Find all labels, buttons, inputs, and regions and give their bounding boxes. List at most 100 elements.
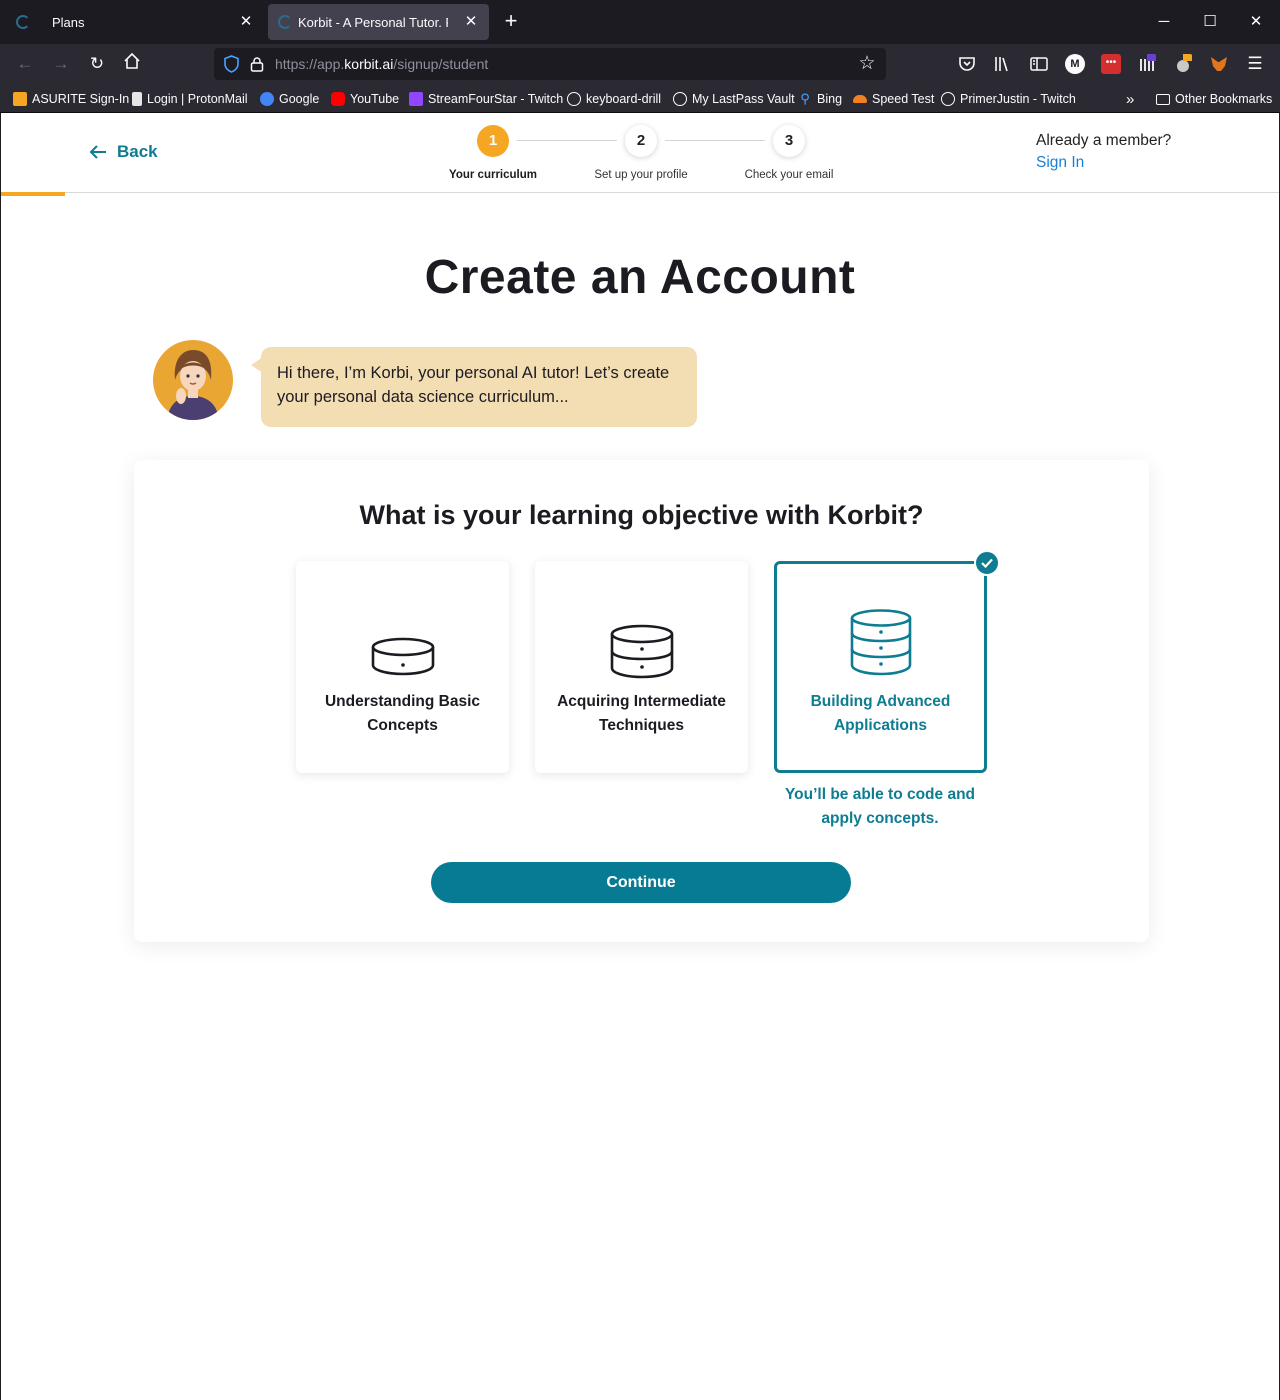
option-advanced-applications[interactable]: Building Advanced Applications <box>774 550 1000 773</box>
step-number: 2 <box>625 125 657 157</box>
option-intermediate-techniques[interactable]: Acquiring Intermediate Techniques <box>535 561 748 773</box>
lastpass-icon[interactable]: ••• <box>1101 54 1121 74</box>
new-tab-button[interactable]: + <box>500 10 522 32</box>
database-1-icon <box>296 637 509 677</box>
lock-icon <box>132 92 142 106</box>
folder-icon <box>1156 93 1170 105</box>
browser-tab-korbit[interactable]: Korbit - A Personal Tutor. For Ev ✕ <box>268 4 489 40</box>
search-icon: ⚲ <box>800 91 810 106</box>
bookmark-label: Google <box>279 92 320 106</box>
back-label: Back <box>117 142 158 161</box>
bookmark-item[interactable]: ⚲ Bing <box>798 90 842 108</box>
account-m-icon[interactable]: M <box>1065 54 1085 74</box>
shield-icon[interactable] <box>224 55 239 73</box>
loading-icon <box>16 15 30 29</box>
library-icon[interactable] <box>992 54 1012 74</box>
step-label: Check your email <box>744 169 834 181</box>
metamask-fox-icon[interactable] <box>1209 54 1229 74</box>
browser-tab-bar: Plans ✕ Korbit - A Personal Tutor. For E… <box>0 0 1280 44</box>
checkmark-icon <box>974 550 1000 576</box>
bookmarks-bar: ASURITE Sign-In Login | ProtonMail Googl… <box>0 85 1280 113</box>
tutor-message-bubble: Hi there, I’m Korbi, your personal AI tu… <box>251 347 697 427</box>
home-icon[interactable] <box>120 52 144 76</box>
other-bookmarks[interactable]: Other Bookmarks <box>1156 90 1272 108</box>
tab-title: Korbit - A Personal Tutor. For Ev <box>298 14 448 30</box>
bookmark-label: My LastPass Vault <box>692 92 795 106</box>
close-icon[interactable]: ✕ <box>461 12 481 32</box>
sidebar-icon[interactable] <box>1029 54 1049 74</box>
option-label: Understanding Basic Concepts <box>324 693 481 734</box>
bookmark-label: Speed Test <box>872 92 935 106</box>
bookmark-label: YouTube <box>350 92 400 106</box>
reload-icon[interactable]: ↻ <box>85 52 109 76</box>
step-number: 3 <box>773 125 805 157</box>
twitch-icon <box>409 92 423 106</box>
step-profile: 2 Set up your profile <box>581 125 701 181</box>
objective-question: What is your learning objective with Kor… <box>359 500 924 530</box>
url-path: /signup/student <box>393 56 489 72</box>
option-label: Building Advanced Applications <box>810 693 951 734</box>
url-text: https://app.korbit.ai/signup/student <box>275 56 488 72</box>
window-close-icon[interactable]: ✕ <box>1246 12 1266 32</box>
bookmark-item[interactable]: Login | ProtonMail <box>132 90 248 108</box>
bookmark-item[interactable]: PrimerJustin - Twitch <box>941 90 1076 108</box>
continue-button[interactable]: Continue <box>431 862 851 903</box>
member-text: Already a member? <box>1036 132 1172 149</box>
browser-nav-bar: ← → ↻ https://app.korbit.ai/signup/stude… <box>0 44 1280 85</box>
bookmark-star-icon[interactable]: ☆ <box>856 53 878 75</box>
other-bookmarks-label: Other Bookmarks <box>1175 92 1273 106</box>
bookmark-item[interactable]: My LastPass Vault <box>673 90 795 108</box>
url-bar[interactable]: https://app.korbit.ai/signup/student ☆ <box>214 48 886 80</box>
bookmark-label: keyboard-drill <box>586 92 662 106</box>
step-email: 3 Check your email <box>729 125 849 181</box>
bookmark-label: PrimerJustin - Twitch <box>960 92 1076 106</box>
objective-card: What is your learning objective with Kor… <box>134 460 1149 942</box>
bookmarks-overflow-icon[interactable]: » <box>1126 90 1134 108</box>
bookmark-item[interactable]: Google <box>260 90 319 108</box>
option-basic-concepts[interactable]: Understanding Basic Concepts <box>296 561 509 773</box>
database-2-icon <box>535 624 748 680</box>
bookmark-item[interactable]: Speed Test <box>853 90 934 108</box>
signup-header: Back 1 Your curriculum 2 Set up your pro… <box>1 113 1279 193</box>
extension-equalizer-icon[interactable] <box>1137 54 1157 74</box>
close-icon[interactable]: ✕ <box>236 12 256 32</box>
pocket-icon[interactable] <box>957 54 977 74</box>
bookmark-item[interactable]: ASURITE Sign-In <box>13 90 129 108</box>
bookmark-label: Login | ProtonMail <box>147 92 248 106</box>
signup-page: Back 1 Your curriculum 2 Set up your pro… <box>0 113 1280 1400</box>
sign-in-link[interactable]: Sign In <box>1036 154 1084 171</box>
bookmark-item[interactable]: StreamFourStar - Twitch <box>409 90 563 108</box>
page-title: Create an Account <box>424 251 856 304</box>
url-prefix: https://app. <box>275 56 345 72</box>
url-host: korbit.ai <box>344 56 394 72</box>
bookmark-item[interactable]: keyboard-drill <box>567 90 661 108</box>
option-label: Acquiring Intermediate Techniques <box>557 693 726 734</box>
globe-icon <box>673 92 687 106</box>
bookmark-item[interactable]: YouTube <box>331 90 399 108</box>
bookmark-label: StreamFourStar - Twitch <box>428 92 564 106</box>
database-3-icon <box>777 609 984 679</box>
browser-tab-plans[interactable]: Plans ✕ <box>2 4 264 40</box>
google-icon <box>260 92 274 106</box>
back-arrow-icon[interactable]: ← <box>13 52 37 76</box>
globe-icon <box>567 92 581 106</box>
extension-badge-icon[interactable] <box>1173 54 1193 74</box>
bookmark-label: ASURITE Sign-In <box>32 92 130 106</box>
back-button[interactable]: Back <box>89 142 158 162</box>
lock-icon[interactable] <box>250 56 264 72</box>
step-label: Set up your profile <box>594 169 688 181</box>
selected-option-description: You’ll be able to code and apply concept… <box>784 786 976 827</box>
step-number: 1 <box>477 125 509 157</box>
bookmark-label: Bing <box>817 92 843 106</box>
progress-indicator <box>1 192 65 196</box>
menu-icon[interactable]: ☰ <box>1243 52 1267 76</box>
maximize-icon[interactable]: ☐ <box>1200 12 1220 32</box>
arrow-left-icon <box>89 145 106 159</box>
loading-icon <box>278 15 292 29</box>
step-label: Your curriculum <box>449 169 537 181</box>
youtube-icon <box>331 92 345 106</box>
tab-title: Plans <box>52 14 85 30</box>
forward-arrow-icon[interactable]: → <box>49 52 73 76</box>
minimize-icon[interactable]: ─ <box>1154 12 1174 32</box>
asurite-icon <box>13 92 27 106</box>
